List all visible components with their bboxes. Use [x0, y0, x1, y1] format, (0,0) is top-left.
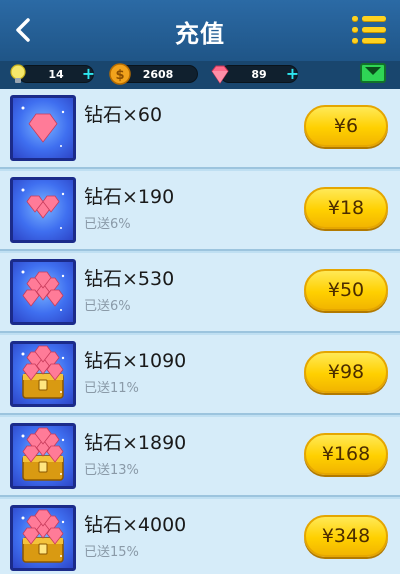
- product-name: 钻石×4000: [84, 514, 187, 536]
- diamond-pack-icon: [10, 505, 76, 571]
- lightbulb-icon: [10, 64, 26, 83]
- diamond-pack-icon: [10, 259, 76, 325]
- menu-button[interactable]: [352, 16, 386, 46]
- buy-button[interactable]: ¥6: [304, 105, 388, 147]
- coin-icon: $: [109, 63, 131, 85]
- product-name: 钻石×190: [84, 186, 175, 208]
- product-list: 钻石×60 ¥6 钻石×190 已送6% ¥18 钻石×530 已送6% ¥50…: [0, 89, 400, 574]
- product-bonus: 已送13%: [84, 463, 139, 478]
- product-bonus: 已送6%: [84, 299, 131, 314]
- product-name: 钻石×1890: [84, 432, 187, 454]
- buy-button[interactable]: ¥348: [304, 515, 388, 557]
- product-name: 钻石×1090: [84, 350, 187, 372]
- buy-button[interactable]: ¥168: [304, 433, 388, 475]
- page-title: 充值: [175, 20, 225, 48]
- buy-button[interactable]: ¥18: [304, 187, 388, 229]
- add-bulb-button[interactable]: +: [81, 66, 96, 82]
- product-bonus: 已送6%: [84, 217, 131, 232]
- diamond-pack-icon: [10, 423, 76, 489]
- resource-bar: 14 + 2608 $ 89 +: [0, 61, 400, 89]
- svg-text:$: $: [115, 68, 124, 83]
- top-header: 充值: [0, 0, 400, 61]
- product-row[interactable]: 钻石×190 已送6% ¥18: [0, 171, 400, 251]
- product-name: 钻石×60: [84, 104, 163, 126]
- product-bonus: 已送11%: [84, 381, 139, 396]
- product-row[interactable]: 钻石×60 ¥6: [0, 89, 400, 169]
- diamond-pack-icon: [10, 95, 76, 161]
- diamond-icon: [211, 65, 229, 84]
- product-row[interactable]: 钻石×530 已送6% ¥50: [0, 253, 400, 333]
- product-row[interactable]: 钻石×1090 已送11% ¥98: [0, 335, 400, 415]
- buy-button[interactable]: ¥98: [304, 351, 388, 393]
- menu-icon: [352, 16, 358, 21]
- buy-button[interactable]: ¥50: [304, 269, 388, 311]
- diamond-pack-icon: [10, 341, 76, 407]
- diamond-pack-icon: [10, 177, 76, 243]
- add-diamond-button[interactable]: +: [285, 66, 300, 82]
- mail-button[interactable]: [360, 63, 386, 83]
- product-row[interactable]: 钻石×1890 已送13% ¥168: [0, 417, 400, 497]
- product-bonus: 已送15%: [84, 545, 139, 560]
- product-name: 钻石×530: [84, 268, 175, 290]
- product-row[interactable]: 钻石×4000 已送15% ¥348: [0, 499, 400, 574]
